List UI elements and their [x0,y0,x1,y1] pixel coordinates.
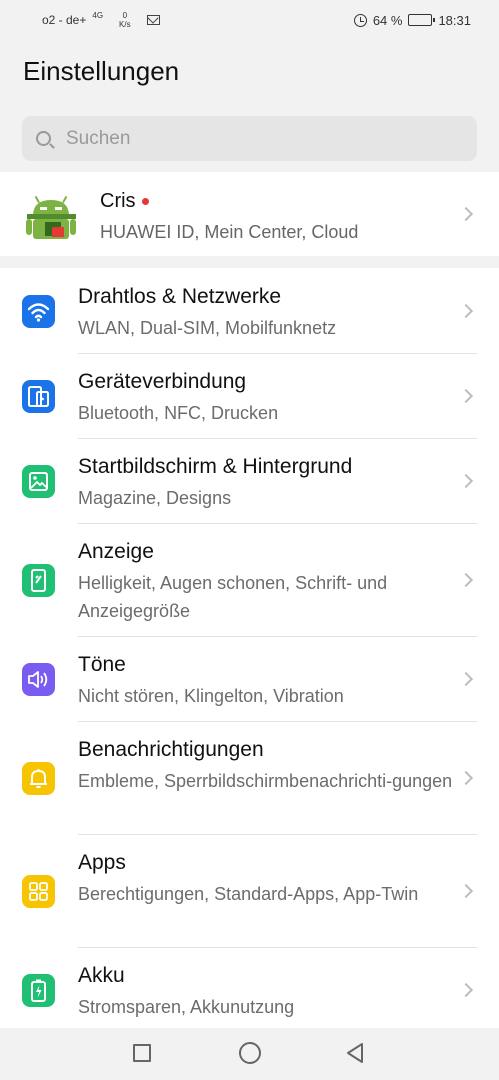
search-placeholder: Suchen [66,127,131,149]
settings-item-subtitle: Stromsparen, Akkunutzung [78,997,295,1017]
bell-icon [22,762,55,795]
alarm-icon [353,13,367,27]
chevron-right-icon [458,671,474,687]
network-speed: 0 K/s [119,11,131,29]
profile-name-row: Cris [100,190,149,213]
settings-item-label: Akku [78,964,125,987]
settings-item-sounds[interactable]: Töne Nicht stören, Klingelton, Vibration [0,637,499,722]
back-icon[interactable] [345,1042,365,1064]
settings-item-subtitle: Embleme, Sperrbildschirmbenachrichti-gun… [78,771,453,791]
battery-charge-icon [22,974,55,1007]
settings-item-subtitle: Helligkeit, Augen schonen, Schrift- und … [78,573,388,621]
chevron-right-icon [458,770,474,786]
search-bar[interactable]: Suchen [22,116,477,161]
settings-item-label: Anzeige [78,540,154,563]
display-icon [22,564,55,597]
chevron-right-icon [458,388,474,404]
chevron-right-icon [458,206,474,222]
avatar [23,186,80,243]
settings-item-label: Geräteverbindung [78,370,247,393]
chevron-right-icon [458,883,474,899]
settings-item-subtitle: Nicht stören, Klingelton, Vibration [78,686,344,706]
settings-item-display[interactable]: Anzeige Helligkeit, Augen schonen, Schri… [0,524,499,637]
network-type-label: 4G [92,11,104,20]
status-right: 64 % 18:31 [353,12,471,28]
home-icon[interactable] [239,1042,261,1064]
wallpaper-icon [22,465,55,498]
navigation-bar [0,1028,499,1080]
settings-list: Drahtlos & Netzwerke WLAN, Dual-SIM, Mob… [0,268,499,1028]
clock: 18:31 [438,12,471,28]
profile-card[interactable]: Cris HUAWEI ID, Mein Center, Cloud [0,172,499,256]
settings-item-label: Drahtlos & Netzwerke [78,285,282,308]
settings-item-wireless[interactable]: Drahtlos & Netzwerke WLAN, Dual-SIM, Mob… [0,268,499,354]
status-left: o2 - de+ 4G 0 K/s [42,11,160,29]
battery-icon [408,14,436,26]
page-title: Einstellungen [23,56,180,86]
profile-name: Cris [100,190,136,212]
network-speed-unit: K/s [119,20,131,29]
chevron-right-icon [458,303,474,319]
battery-percent: 64 % [372,12,403,28]
recent-apps-icon[interactable] [133,1044,151,1062]
sound-icon [22,663,55,696]
chevron-right-icon [458,982,474,998]
settings-item-apps[interactable]: Apps Berechtigungen, Standard-Apps, App-… [0,835,499,948]
network-speed-value: 0 [122,11,128,20]
notification-dot [141,198,149,205]
settings-item-device-connection[interactable]: Geräteverbindung Bluetooth, NFC, Drucken [0,354,499,439]
settings-item-label: Startbildschirm & Hintergrund [78,455,353,478]
settings-item-battery[interactable]: Akku Stromsparen, Akkunutzung [0,948,499,1028]
settings-item-home-screen[interactable]: Startbildschirm & Hintergrund Magazine, … [0,439,499,524]
chevron-right-icon [458,473,474,489]
settings-item-notifications[interactable]: Benachrichtigungen Embleme, Sperrbildsch… [0,722,499,835]
apps-grid-icon [22,875,55,908]
carrier-label: o2 - de+ [42,13,87,27]
search-icon [36,131,51,146]
settings-item-label: Apps [78,851,126,874]
mail-icon [146,15,160,25]
settings-item-subtitle: WLAN, Dual-SIM, Mobilfunknetz [78,318,337,338]
settings-item-label: Töne [78,653,126,676]
wifi-icon [22,295,55,328]
status-bar: o2 - de+ 4G 0 K/s 64 % 18:31 [0,0,499,40]
settings-item-subtitle: Magazine, Designs [78,488,232,508]
settings-item-label: Benachrichtigungen [78,738,264,761]
device-connection-icon [22,380,55,413]
profile-subtitle: HUAWEI ID, Mein Center, Cloud [100,222,359,242]
chevron-right-icon [458,572,474,588]
settings-item-subtitle: Berechtigungen, Standard-Apps, App-Twin [78,884,419,904]
settings-item-subtitle: Bluetooth, NFC, Drucken [78,403,279,423]
